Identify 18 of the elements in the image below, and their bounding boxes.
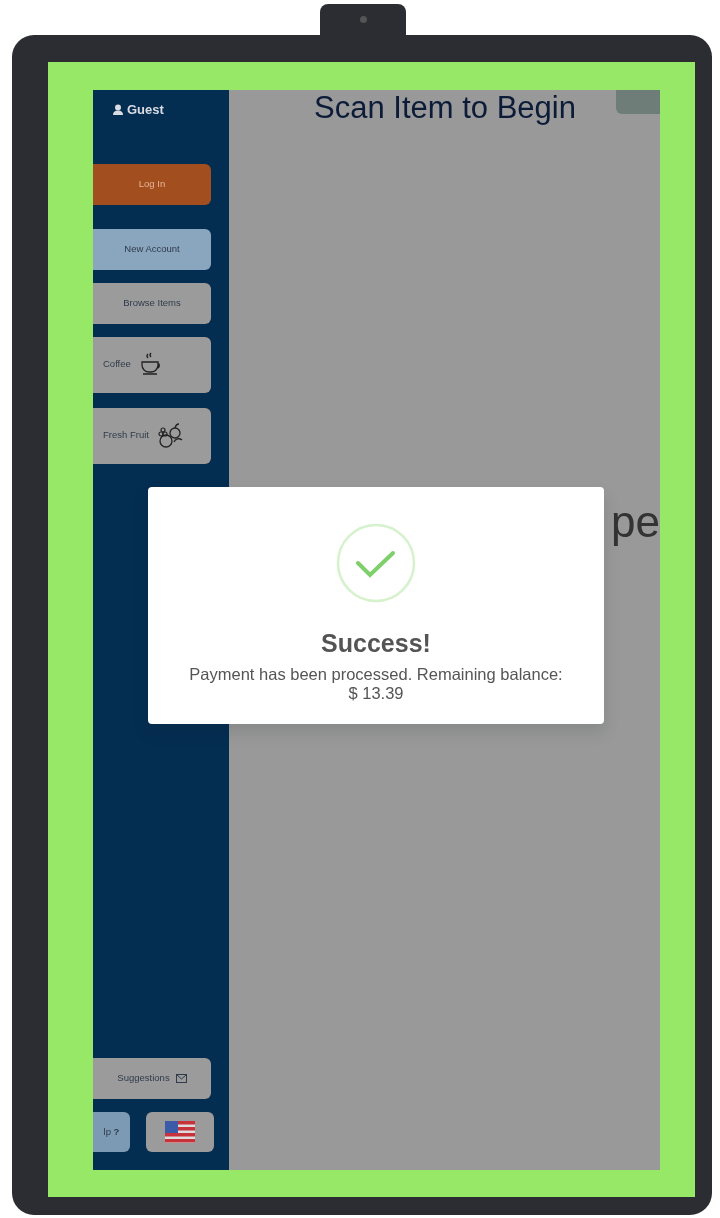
logo-text: pe [611,499,660,544]
language-button[interactable] [146,1112,214,1152]
sidebar-button[interactable]: New Account [93,228,211,270]
photo-placeholder [616,90,660,114]
dialog-message: Payment has been processed. Remaining balance: $ 13.39 [188,664,564,705]
sidebar-button[interactable]: Log In [93,163,211,205]
user-icon [113,104,123,116]
help-button[interactable]: lp ? [93,1112,130,1152]
sidebar-button[interactable]: Fresh Fruit [93,407,211,464]
user-name: Guest [127,101,164,119]
sidebar-button[interactable]: Browse Items [93,282,211,324]
suggestions-button[interactable]: Suggestions [93,1058,211,1099]
dialog-title: Success! [320,628,432,659]
envelope-icon [175,1074,187,1083]
flag-icon [165,1121,195,1143]
screen-title: Scan Item to Begin [314,90,576,126]
sidebar-button[interactable]: Coffee [93,336,211,393]
checkmark-icon [336,523,416,603]
